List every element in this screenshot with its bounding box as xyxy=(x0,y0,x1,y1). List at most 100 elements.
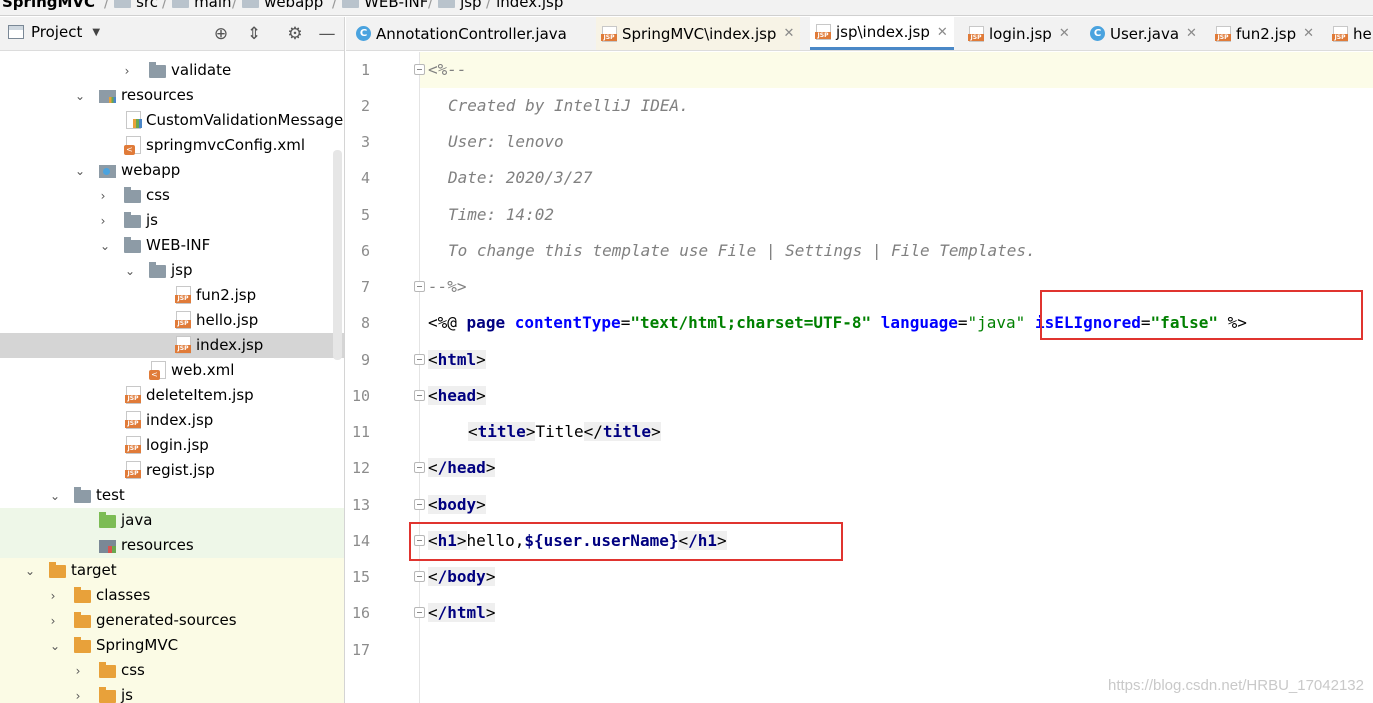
chevron-right-icon[interactable]: › xyxy=(47,608,59,633)
tab-fun2-jsp[interactable]: fun2.jsp ✕ xyxy=(1210,17,1320,50)
chevron-right-icon[interactable]: › xyxy=(97,183,109,208)
project-view-selector[interactable]: Project ▼ xyxy=(8,23,100,41)
project-scrollbar[interactable] xyxy=(333,150,342,360)
tree-item-css[interactable]: › css xyxy=(0,183,344,208)
tree-item-test-resources[interactable]: resources xyxy=(0,533,344,558)
fold-marker-icon[interactable] xyxy=(414,499,425,510)
fold-marker-icon[interactable] xyxy=(414,354,425,365)
tab-user-java[interactable]: C User.java ✕ xyxy=(1084,17,1203,50)
collapse-all-icon[interactable]: ⇕ xyxy=(244,24,264,44)
tree-item-index-jsp-selected[interactable]: index.jsp xyxy=(0,333,344,358)
hide-panel-icon[interactable]: — xyxy=(317,24,337,44)
code-editor[interactable]: 1 2 3 4 5 6 7 8 9 10 11 12 13 14 15 16 1… xyxy=(346,52,1373,703)
chevron-right-icon[interactable]: › xyxy=(121,58,133,83)
tree-item-label: WEB-INF xyxy=(146,236,211,254)
breadcrumb-src[interactable]: / src xyxy=(104,0,158,12)
tree-item-test-java[interactable]: java xyxy=(0,508,344,533)
tree-item-generated-sources[interactable]: › generated-sources xyxy=(0,608,344,633)
tree-item-label: test xyxy=(96,486,125,504)
code-line-3: User: lenovo xyxy=(448,132,564,151)
tree-item-label: deleteItem.jsp xyxy=(146,386,254,404)
breadcrumb-project[interactable]: SpringMVC xyxy=(2,0,95,12)
tree-item-regist-jsp[interactable]: regist.jsp xyxy=(0,458,344,483)
close-icon[interactable]: ✕ xyxy=(783,26,794,41)
tree-item-test[interactable]: ⌄ test xyxy=(0,483,344,508)
tab-jsp-index-jsp[interactable]: jsp\index.jsp ✕ xyxy=(810,17,954,50)
excluded-folder-icon xyxy=(74,637,91,653)
line-number: 5 xyxy=(360,206,370,224)
test-source-folder-icon xyxy=(99,512,116,528)
chevron-down-icon[interactable]: ⌄ xyxy=(74,158,86,183)
directive-attr: contentType xyxy=(514,313,621,332)
chevron-right-icon[interactable]: › xyxy=(97,208,109,233)
close-icon[interactable]: ✕ xyxy=(1303,26,1314,41)
chevron-right-icon[interactable]: › xyxy=(72,683,84,703)
breadcrumb-webapp[interactable]: / webapp xyxy=(232,0,323,12)
chevron-down-icon[interactable]: ⌄ xyxy=(99,233,111,258)
close-icon[interactable]: ✕ xyxy=(937,25,948,40)
chevron-right-icon[interactable]: › xyxy=(72,658,84,683)
tree-item-target-js[interactable]: › js xyxy=(0,683,344,703)
chevron-down-icon[interactable]: ⌄ xyxy=(49,633,61,658)
tab-label: he xyxy=(1353,24,1372,43)
tree-item-login-jsp[interactable]: login.jsp xyxy=(0,433,344,458)
fold-marker-icon[interactable] xyxy=(414,462,425,473)
tab-he[interactable]: he xyxy=(1327,17,1373,50)
tree-item-delete-item-jsp[interactable]: deleteItem.jsp xyxy=(0,383,344,408)
tree-item-target[interactable]: ⌄ target xyxy=(0,558,344,583)
folder-icon xyxy=(242,0,260,8)
line-number: 9 xyxy=(360,351,370,369)
tab-springmvc-index-jsp[interactable]: SpringMVC\index.jsp ✕ xyxy=(596,17,801,50)
close-icon[interactable]: ✕ xyxy=(1186,26,1197,41)
tree-item-custom-validation-messages[interactable]: CustomValidationMessage. xyxy=(0,108,344,133)
breadcrumb-main[interactable]: / main xyxy=(162,0,232,12)
folder-icon xyxy=(342,0,360,8)
tree-item-label: index.jsp xyxy=(196,336,264,354)
breadcrumb-index-jsp[interactable]: / index.jsp xyxy=(486,0,563,12)
tree-item-validate[interactable]: › validate xyxy=(0,58,344,83)
close-icon[interactable]: ✕ xyxy=(1059,26,1070,41)
breadcrumb-jsp[interactable]: / jsp xyxy=(428,0,482,12)
gear-icon[interactable]: ⚙ xyxy=(285,24,305,44)
tree-item-js[interactable]: › js xyxy=(0,208,344,233)
locate-file-icon[interactable]: ⊕ xyxy=(211,24,231,44)
fold-marker-icon[interactable] xyxy=(414,281,425,292)
folder-icon xyxy=(149,62,166,78)
fold-marker-icon[interactable] xyxy=(414,390,425,401)
properties-file-icon xyxy=(126,111,142,129)
project-window-icon xyxy=(8,25,24,39)
tab-label: SpringMVC\index.jsp xyxy=(622,24,777,43)
jsp-file-icon xyxy=(175,311,191,329)
breadcrumb-label: index.jsp xyxy=(496,0,564,11)
breadcrumb-web-inf[interactable]: / WEB-INF xyxy=(332,0,428,12)
tree-item-hello-jsp[interactable]: hello.jsp xyxy=(0,308,344,333)
fold-marker-icon[interactable] xyxy=(414,571,425,582)
tree-item-web-xml[interactable]: web.xml xyxy=(0,358,344,383)
tree-item-target-css[interactable]: › css xyxy=(0,658,344,683)
tree-item-jsp[interactable]: ⌄ jsp xyxy=(0,258,344,283)
chevron-right-icon[interactable]: › xyxy=(47,583,59,608)
comment-open: <%-- xyxy=(428,60,467,79)
tree-item-classes[interactable]: › classes xyxy=(0,583,344,608)
chevron-down-icon[interactable]: ⌄ xyxy=(74,83,86,108)
editor-tab-bar: C AnnotationController.java SpringMVC\in… xyxy=(346,17,1373,51)
tree-item-springmvc-target[interactable]: ⌄ SpringMVC xyxy=(0,633,344,658)
tree-item-web-inf[interactable]: ⌄ WEB-INF xyxy=(0,233,344,258)
tree-item-resources[interactable]: ⌄ resources xyxy=(0,83,344,108)
fold-marker-icon[interactable] xyxy=(414,64,425,75)
tree-item-springmvc-config[interactable]: springmvcConfig.xml xyxy=(0,133,344,158)
tree-item-fun2-jsp[interactable]: fun2.jsp xyxy=(0,283,344,308)
tab-login-jsp[interactable]: login.jsp ✕ xyxy=(963,17,1076,50)
chevron-down-icon[interactable]: ⌄ xyxy=(24,558,36,583)
test-resources-folder-icon xyxy=(99,540,116,553)
tree-item-webapp[interactable]: ⌄ webapp xyxy=(0,158,344,183)
tree-item-label: java xyxy=(121,511,153,529)
folder-icon xyxy=(438,0,456,8)
tree-item-label: resources xyxy=(121,86,194,104)
tab-annotation-controller[interactable]: C AnnotationController.java xyxy=(350,17,573,50)
chevron-down-icon[interactable]: ⌄ xyxy=(49,483,61,508)
tree-item-index-jsp[interactable]: index.jsp xyxy=(0,408,344,433)
jsp-file-icon xyxy=(815,24,831,40)
chevron-down-icon[interactable]: ⌄ xyxy=(124,258,136,283)
fold-marker-icon[interactable] xyxy=(414,607,425,618)
